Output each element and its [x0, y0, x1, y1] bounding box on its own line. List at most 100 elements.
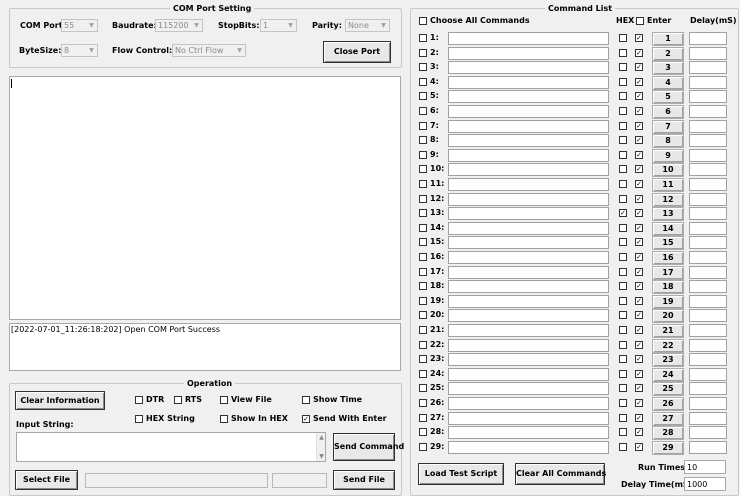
command-delay-input[interactable] [689, 441, 727, 454]
show-time-checkbox[interactable] [302, 396, 310, 404]
command-select-checkbox[interactable] [419, 443, 427, 451]
command-send-button[interactable]: 4 [652, 76, 684, 90]
command-hex-checkbox[interactable] [619, 122, 627, 130]
command-hex-checkbox[interactable] [619, 414, 627, 422]
send-with-enter-checkbox[interactable]: ✓ [302, 415, 310, 423]
send-file-button[interactable]: Send File [333, 470, 395, 490]
command-send-button[interactable]: 23 [652, 353, 684, 367]
command-select-checkbox[interactable] [419, 355, 427, 363]
command-input[interactable] [448, 207, 609, 220]
command-send-button[interactable]: 21 [652, 324, 684, 338]
dtr-checkbox[interactable] [135, 396, 143, 404]
command-input[interactable] [448, 163, 609, 176]
command-input[interactable] [448, 339, 609, 352]
command-select-checkbox[interactable] [419, 49, 427, 57]
command-select-checkbox[interactable] [419, 63, 427, 71]
command-send-button[interactable]: 7 [652, 120, 684, 134]
command-delay-input[interactable] [689, 324, 727, 337]
command-enter-checkbox[interactable]: ✓ [635, 341, 643, 349]
command-enter-checkbox[interactable]: ✓ [635, 326, 643, 334]
command-enter-checkbox[interactable]: ✓ [635, 384, 643, 392]
command-input[interactable] [448, 368, 609, 381]
command-enter-checkbox[interactable]: ✓ [635, 355, 643, 363]
close-port-button[interactable]: Close Port [323, 41, 391, 63]
command-select-checkbox[interactable] [419, 209, 427, 217]
command-hex-checkbox[interactable] [619, 311, 627, 319]
command-input[interactable] [448, 324, 609, 337]
command-input[interactable] [448, 134, 609, 147]
command-enter-checkbox[interactable]: ✓ [635, 49, 643, 57]
command-delay-input[interactable] [689, 397, 727, 410]
command-select-checkbox[interactable] [419, 180, 427, 188]
command-input[interactable] [448, 397, 609, 410]
command-input[interactable] [448, 76, 609, 89]
command-delay-input[interactable] [689, 251, 727, 264]
show-in-hex-checkbox[interactable] [220, 415, 228, 423]
command-send-button[interactable]: 26 [652, 397, 684, 411]
clear-information-button[interactable]: Clear Information [15, 391, 105, 410]
command-enter-checkbox[interactable]: ✓ [635, 414, 643, 422]
command-select-checkbox[interactable] [419, 414, 427, 422]
hex-string-checkbox[interactable] [135, 415, 143, 423]
command-select-checkbox[interactable] [419, 238, 427, 246]
command-delay-input[interactable] [689, 178, 727, 191]
receive-display[interactable] [9, 76, 401, 320]
command-delay-input[interactable] [689, 280, 727, 293]
command-hex-checkbox[interactable] [619, 63, 627, 71]
command-hex-checkbox[interactable] [619, 224, 627, 232]
select-file-button[interactable]: Select File [15, 470, 78, 490]
command-send-button[interactable]: 10 [652, 163, 684, 177]
command-send-button[interactable]: 14 [652, 222, 684, 236]
command-delay-input[interactable] [689, 105, 727, 118]
stopbits-select[interactable]: 1 ▼ [260, 19, 297, 32]
command-input[interactable] [448, 61, 609, 74]
command-hex-checkbox[interactable] [619, 428, 627, 436]
command-select-checkbox[interactable] [419, 384, 427, 392]
command-input[interactable] [448, 426, 609, 439]
command-send-button[interactable]: 18 [652, 280, 684, 294]
delay-time-field[interactable]: 1000 [684, 477, 726, 491]
command-hex-checkbox[interactable] [619, 34, 627, 42]
command-send-button[interactable]: 24 [652, 368, 684, 382]
command-select-checkbox[interactable] [419, 311, 427, 319]
command-send-button[interactable]: 1 [652, 32, 684, 46]
view-file-checkbox[interactable] [220, 396, 228, 404]
command-send-button[interactable]: 16 [652, 251, 684, 265]
command-delay-input[interactable] [689, 134, 727, 147]
command-enter-checkbox[interactable]: ✓ [635, 165, 643, 173]
command-input[interactable] [448, 251, 609, 264]
command-send-button[interactable]: 29 [652, 441, 684, 455]
command-input[interactable] [448, 412, 609, 425]
command-send-button[interactable]: 20 [652, 309, 684, 323]
load-test-script-button[interactable]: Load Test Script [418, 463, 504, 485]
command-input[interactable] [448, 149, 609, 162]
command-select-checkbox[interactable] [419, 370, 427, 378]
command-delay-input[interactable] [689, 339, 727, 352]
command-delay-input[interactable] [689, 32, 727, 45]
command-hex-checkbox[interactable] [619, 399, 627, 407]
command-input[interactable] [448, 441, 609, 454]
command-delay-input[interactable] [689, 353, 727, 366]
command-input[interactable] [448, 193, 609, 206]
choose-all-checkbox[interactable] [419, 17, 427, 25]
command-send-button[interactable]: 2 [652, 47, 684, 61]
command-delay-input[interactable] [689, 90, 727, 103]
command-enter-checkbox[interactable]: ✓ [635, 268, 643, 276]
command-input[interactable] [448, 105, 609, 118]
command-send-button[interactable]: 22 [652, 339, 684, 353]
command-delay-input[interactable] [689, 266, 727, 279]
parity-select[interactable]: None ▼ [345, 19, 390, 32]
command-enter-checkbox[interactable]: ✓ [635, 224, 643, 232]
bytesize-select[interactable]: 8 ▼ [61, 44, 98, 57]
command-send-button[interactable]: 9 [652, 149, 684, 163]
command-hex-checkbox[interactable] [619, 136, 627, 144]
command-delay-input[interactable] [689, 61, 727, 74]
command-hex-checkbox[interactable] [619, 370, 627, 378]
command-hex-checkbox[interactable] [619, 107, 627, 115]
baudrate-select[interactable]: 115200 ▼ [155, 19, 203, 32]
command-hex-checkbox[interactable]: ✓ [619, 209, 627, 217]
command-select-checkbox[interactable] [419, 297, 427, 305]
command-input[interactable] [448, 47, 609, 60]
input-scrollbar[interactable]: ▲ ▼ [316, 433, 325, 461]
command-delay-input[interactable] [689, 382, 727, 395]
